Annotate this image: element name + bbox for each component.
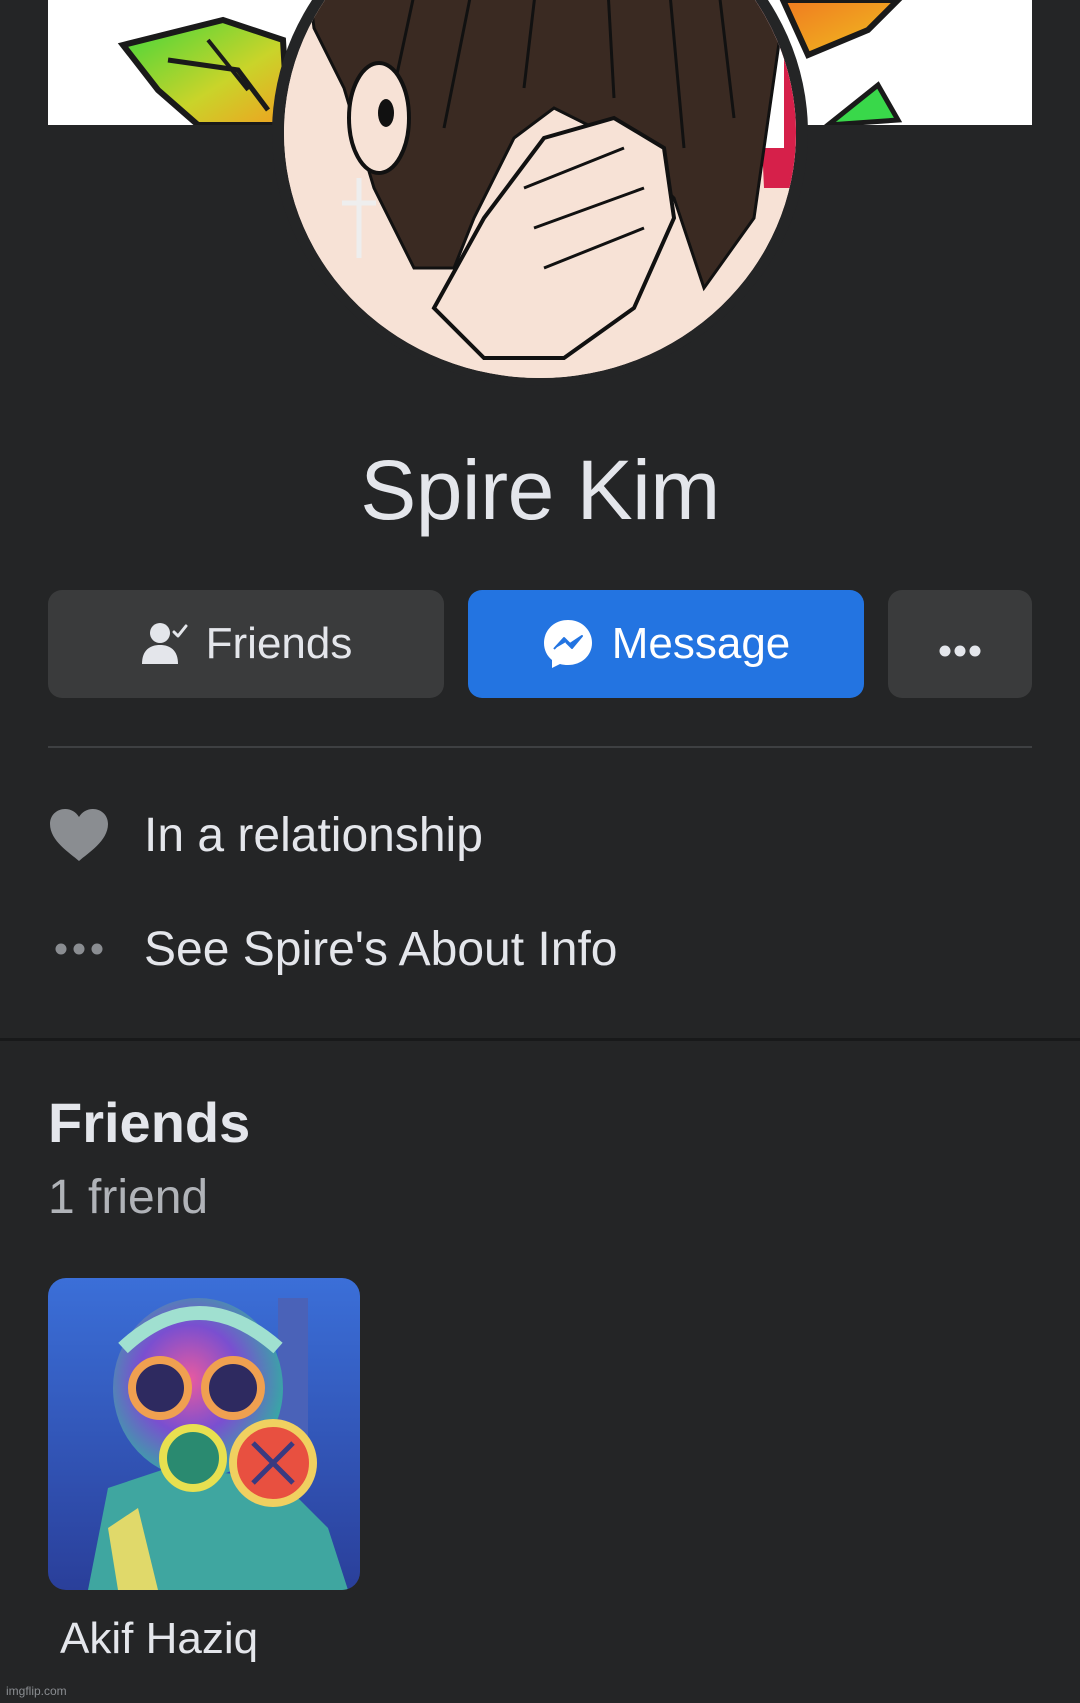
messenger-icon (542, 618, 594, 670)
relationship-status: In a relationship (144, 808, 483, 862)
friends-count: 1 friend (48, 1171, 209, 1224)
profile-picture-frame[interactable] (272, 0, 808, 386)
friend-name[interactable]: Akif Haziq (60, 1614, 360, 1664)
friends-section-title: Friends (48, 1091, 251, 1154)
about-info-link[interactable]: See Spire's About Info (144, 922, 617, 977)
friends-button[interactable]: Friends (48, 590, 444, 698)
more-dots-icon (938, 619, 982, 669)
profile-picture[interactable] (284, 0, 796, 378)
relationship-row: In a relationship (48, 795, 483, 875)
friend-card[interactable]: Akif Haziq (48, 1278, 360, 1664)
friend-photo-art (48, 1278, 360, 1590)
person-check-icon (140, 620, 188, 668)
more-dots-icon (48, 942, 110, 956)
divider (48, 746, 1032, 748)
message-button-label: Message (611, 619, 791, 668)
friends-button-label: Friends (205, 619, 353, 668)
profile-picture-art (284, 0, 796, 378)
heart-icon (48, 807, 110, 863)
message-button[interactable]: Message (468, 590, 864, 698)
friend-photo[interactable] (48, 1278, 360, 1590)
about-info-row[interactable]: See Spire's About Info (48, 909, 617, 989)
profile-name: Spire Kim (360, 443, 720, 537)
more-options-button[interactable] (888, 590, 1032, 698)
watermark: imgflip.com (6, 1684, 67, 1698)
section-separator (0, 1038, 1080, 1041)
